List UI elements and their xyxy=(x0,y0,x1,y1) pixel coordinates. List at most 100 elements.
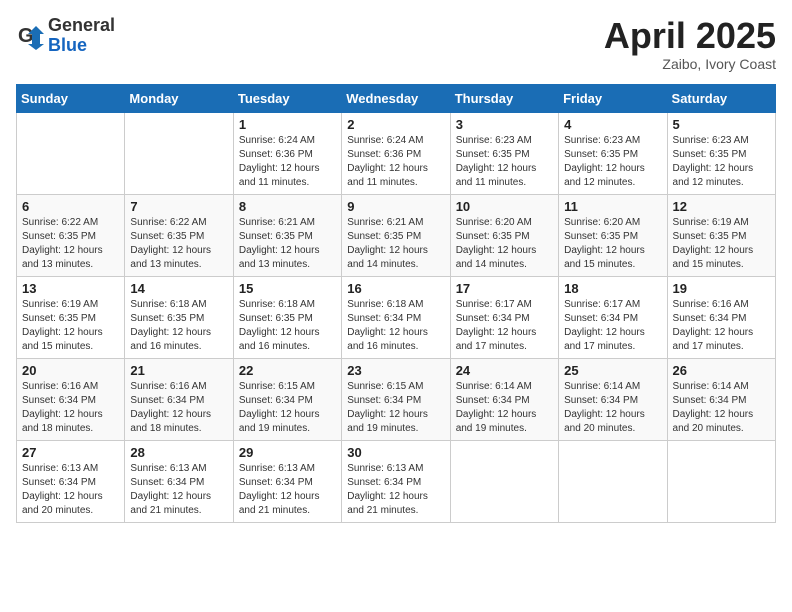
weekday-header-thursday: Thursday xyxy=(450,84,558,112)
calendar-day-cell: 24 Sunrise: 6:14 AM Sunset: 6:34 PM Dayli… xyxy=(450,358,558,440)
calendar-day-cell: 30 Sunrise: 6:13 AM Sunset: 6:34 PM Dayli… xyxy=(342,440,450,522)
day-number: 26 xyxy=(673,363,770,378)
day-info: Sunrise: 6:24 AM Sunset: 6:36 PM Dayligh… xyxy=(239,134,336,190)
day-number: 30 xyxy=(347,445,444,460)
title-area: April 2025 Zaibo, Ivory Coast xyxy=(604,16,776,72)
day-info: Sunrise: 6:23 AM Sunset: 6:35 PM Dayligh… xyxy=(456,134,553,190)
day-info: Sunrise: 6:20 AM Sunset: 6:35 PM Dayligh… xyxy=(564,216,661,272)
logo: G General Blue xyxy=(16,16,115,56)
calendar-day-cell: 5Sunrise: 6:23 AM Sunset: 6:35 PM Daylig… xyxy=(667,112,775,194)
logo-icon: G xyxy=(16,22,44,50)
calendar-day-cell: 7Sunrise: 6:22 AM Sunset: 6:35 PM Daylig… xyxy=(125,194,233,276)
day-info: Sunrise: 6:13 AM Sunset: 6:34 PM Dayligh… xyxy=(22,462,119,518)
day-number: 21 xyxy=(130,363,227,378)
day-info: Sunrise: 6:18 AM Sunset: 6:35 PM Dayligh… xyxy=(239,298,336,354)
svg-text:G: G xyxy=(18,25,34,47)
calendar-day-cell: 22 Sunrise: 6:15 AM Sunset: 6:34 PM Dayli… xyxy=(233,358,341,440)
day-number: 4 xyxy=(564,117,661,132)
day-info: Sunrise: 6:21 AM Sunset: 6:35 PM Dayligh… xyxy=(239,216,336,272)
day-info: Sunrise: 6:16 AM Sunset: 6:34 PM Dayligh… xyxy=(22,380,119,436)
day-number: 20 xyxy=(22,363,119,378)
weekday-header-monday: Monday xyxy=(125,84,233,112)
calendar-empty-cell xyxy=(667,440,775,522)
calendar-day-cell: 8 Sunrise: 6:21 AM Sunset: 6:35 PM Daylig… xyxy=(233,194,341,276)
day-info: Sunrise: 6:16 AM Sunset: 6:34 PM Dayligh… xyxy=(673,298,770,354)
day-info: Sunrise: 6:21 AM Sunset: 6:35 PM Dayligh… xyxy=(347,216,444,272)
day-number: 25 xyxy=(564,363,661,378)
day-number: 15 xyxy=(239,281,336,296)
day-info: Sunrise: 6:13 AM Sunset: 6:34 PM Dayligh… xyxy=(347,462,444,518)
day-number: 17 xyxy=(456,281,553,296)
day-number: 24 xyxy=(456,363,553,378)
day-number: 9 xyxy=(347,199,444,214)
day-number: 5 xyxy=(673,117,770,132)
calendar-day-cell: 4 Sunrise: 6:23 AM Sunset: 6:35 PM Daylig… xyxy=(559,112,667,194)
day-info: Sunrise: 6:23 AM Sunset: 6:35 PM Dayligh… xyxy=(564,134,661,190)
calendar-day-cell: 15 Sunrise: 6:18 AM Sunset: 6:35 PM Dayli… xyxy=(233,276,341,358)
day-info: Sunrise: 6:18 AM Sunset: 6:34 PM Dayligh… xyxy=(347,298,444,354)
calendar-day-cell: 16 Sunrise: 6:18 AM Sunset: 6:34 PM Dayli… xyxy=(342,276,450,358)
calendar-day-cell: 29Sunrise: 6:13 AM Sunset: 6:34 PM Dayli… xyxy=(233,440,341,522)
calendar-week-row: 20 Sunrise: 6:16 AM Sunset: 6:34 PM Dayli… xyxy=(17,358,776,440)
day-info: Sunrise: 6:13 AM Sunset: 6:34 PM Dayligh… xyxy=(130,462,227,518)
weekday-header-tuesday: Tuesday xyxy=(233,84,341,112)
calendar-day-cell: 26 Sunrise: 6:14 AM Sunset: 6:34 PM Dayli… xyxy=(667,358,775,440)
calendar-day-cell: 9 Sunrise: 6:21 AM Sunset: 6:35 PM Daylig… xyxy=(342,194,450,276)
day-number: 8 xyxy=(239,199,336,214)
calendar-week-row: 1Sunrise: 6:24 AM Sunset: 6:36 PM Daylig… xyxy=(17,112,776,194)
calendar-day-cell: 28 Sunrise: 6:13 AM Sunset: 6:34 PM Dayli… xyxy=(125,440,233,522)
day-number: 22 xyxy=(239,363,336,378)
calendar-empty-cell xyxy=(559,440,667,522)
header: G General Blue April 2025 Zaibo, Ivory C… xyxy=(16,16,776,72)
day-info: Sunrise: 6:22 AM Sunset: 6:35 PM Dayligh… xyxy=(130,216,227,272)
calendar-empty-cell xyxy=(17,112,125,194)
day-number: 28 xyxy=(130,445,227,460)
day-number: 14 xyxy=(130,281,227,296)
calendar-day-cell: 14 Sunrise: 6:18 AM Sunset: 6:35 PM Dayli… xyxy=(125,276,233,358)
calendar-day-cell: 6Sunrise: 6:22 AM Sunset: 6:35 PM Daylig… xyxy=(17,194,125,276)
day-number: 6 xyxy=(22,199,119,214)
calendar-empty-cell xyxy=(125,112,233,194)
calendar-week-row: 27 Sunrise: 6:13 AM Sunset: 6:34 PM Dayli… xyxy=(17,440,776,522)
calendar-day-cell: 10 Sunrise: 6:20 AM Sunset: 6:35 PM Dayli… xyxy=(450,194,558,276)
day-info: Sunrise: 6:20 AM Sunset: 6:35 PM Dayligh… xyxy=(456,216,553,272)
calendar-day-cell: 12Sunrise: 6:19 AM Sunset: 6:35 PM Dayli… xyxy=(667,194,775,276)
weekday-header-wednesday: Wednesday xyxy=(342,84,450,112)
calendar-week-row: 13 Sunrise: 6:19 AM Sunset: 6:35 PM Dayli… xyxy=(17,276,776,358)
weekday-header-saturday: Saturday xyxy=(667,84,775,112)
calendar-week-row: 6 Sunrise: 6:22 AM Sunset: 6:35 PM Daylig… xyxy=(17,194,776,276)
day-info: Sunrise: 6:14 AM Sunset: 6:34 PM Dayligh… xyxy=(456,380,553,436)
day-number: 16 xyxy=(347,281,444,296)
calendar-day-cell: 18 Sunrise: 6:17 AM Sunset: 6:34 PM Dayli… xyxy=(559,276,667,358)
day-info: Sunrise: 6:16 AM Sunset: 6:34 PM Dayligh… xyxy=(130,380,227,436)
day-info: Sunrise: 6:14 AM Sunset: 6:34 PM Dayligh… xyxy=(564,380,661,436)
day-info: Sunrise: 6:17 AM Sunset: 6:34 PM Dayligh… xyxy=(456,298,553,354)
day-number: 18 xyxy=(564,281,661,296)
calendar-empty-cell xyxy=(450,440,558,522)
calendar-day-cell: 17 Sunrise: 6:17 AM Sunset: 6:34 PM Dayli… xyxy=(450,276,558,358)
day-info: Sunrise: 6:14 AM Sunset: 6:34 PM Dayligh… xyxy=(673,380,770,436)
month-title: April 2025 xyxy=(604,16,776,56)
day-number: 11 xyxy=(564,199,661,214)
calendar-day-cell: 11 Sunrise: 6:20 AM Sunset: 6:35 PM Dayli… xyxy=(559,194,667,276)
day-info: Sunrise: 6:19 AM Sunset: 6:35 PM Dayligh… xyxy=(22,298,119,354)
calendar-day-cell: 21 Sunrise: 6:16 AM Sunset: 6:34 PM Dayli… xyxy=(125,358,233,440)
calendar-day-cell: 1Sunrise: 6:24 AM Sunset: 6:36 PM Daylig… xyxy=(233,112,341,194)
calendar-day-cell: 25 Sunrise: 6:14 AM Sunset: 6:34 PM Dayli… xyxy=(559,358,667,440)
calendar-day-cell: 3 Sunrise: 6:23 AM Sunset: 6:35 PM Daylig… xyxy=(450,112,558,194)
calendar-day-cell: 20 Sunrise: 6:16 AM Sunset: 6:34 PM Dayli… xyxy=(17,358,125,440)
calendar-day-cell: 27 Sunrise: 6:13 AM Sunset: 6:34 PM Dayli… xyxy=(17,440,125,522)
day-info: Sunrise: 6:18 AM Sunset: 6:35 PM Dayligh… xyxy=(130,298,227,354)
calendar-table: SundayMondayTuesdayWednesdayThursdayFrid… xyxy=(16,84,776,523)
day-number: 3 xyxy=(456,117,553,132)
day-number: 29 xyxy=(239,445,336,460)
calendar-day-cell: 2Sunrise: 6:24 AM Sunset: 6:36 PM Daylig… xyxy=(342,112,450,194)
day-number: 13 xyxy=(22,281,119,296)
weekday-header-sunday: Sunday xyxy=(17,84,125,112)
day-number: 10 xyxy=(456,199,553,214)
day-info: Sunrise: 6:17 AM Sunset: 6:34 PM Dayligh… xyxy=(564,298,661,354)
logo-text: General Blue xyxy=(48,16,115,56)
day-info: Sunrise: 6:19 AM Sunset: 6:35 PM Dayligh… xyxy=(673,216,770,272)
day-number: 27 xyxy=(22,445,119,460)
day-info: Sunrise: 6:15 AM Sunset: 6:34 PM Dayligh… xyxy=(239,380,336,436)
